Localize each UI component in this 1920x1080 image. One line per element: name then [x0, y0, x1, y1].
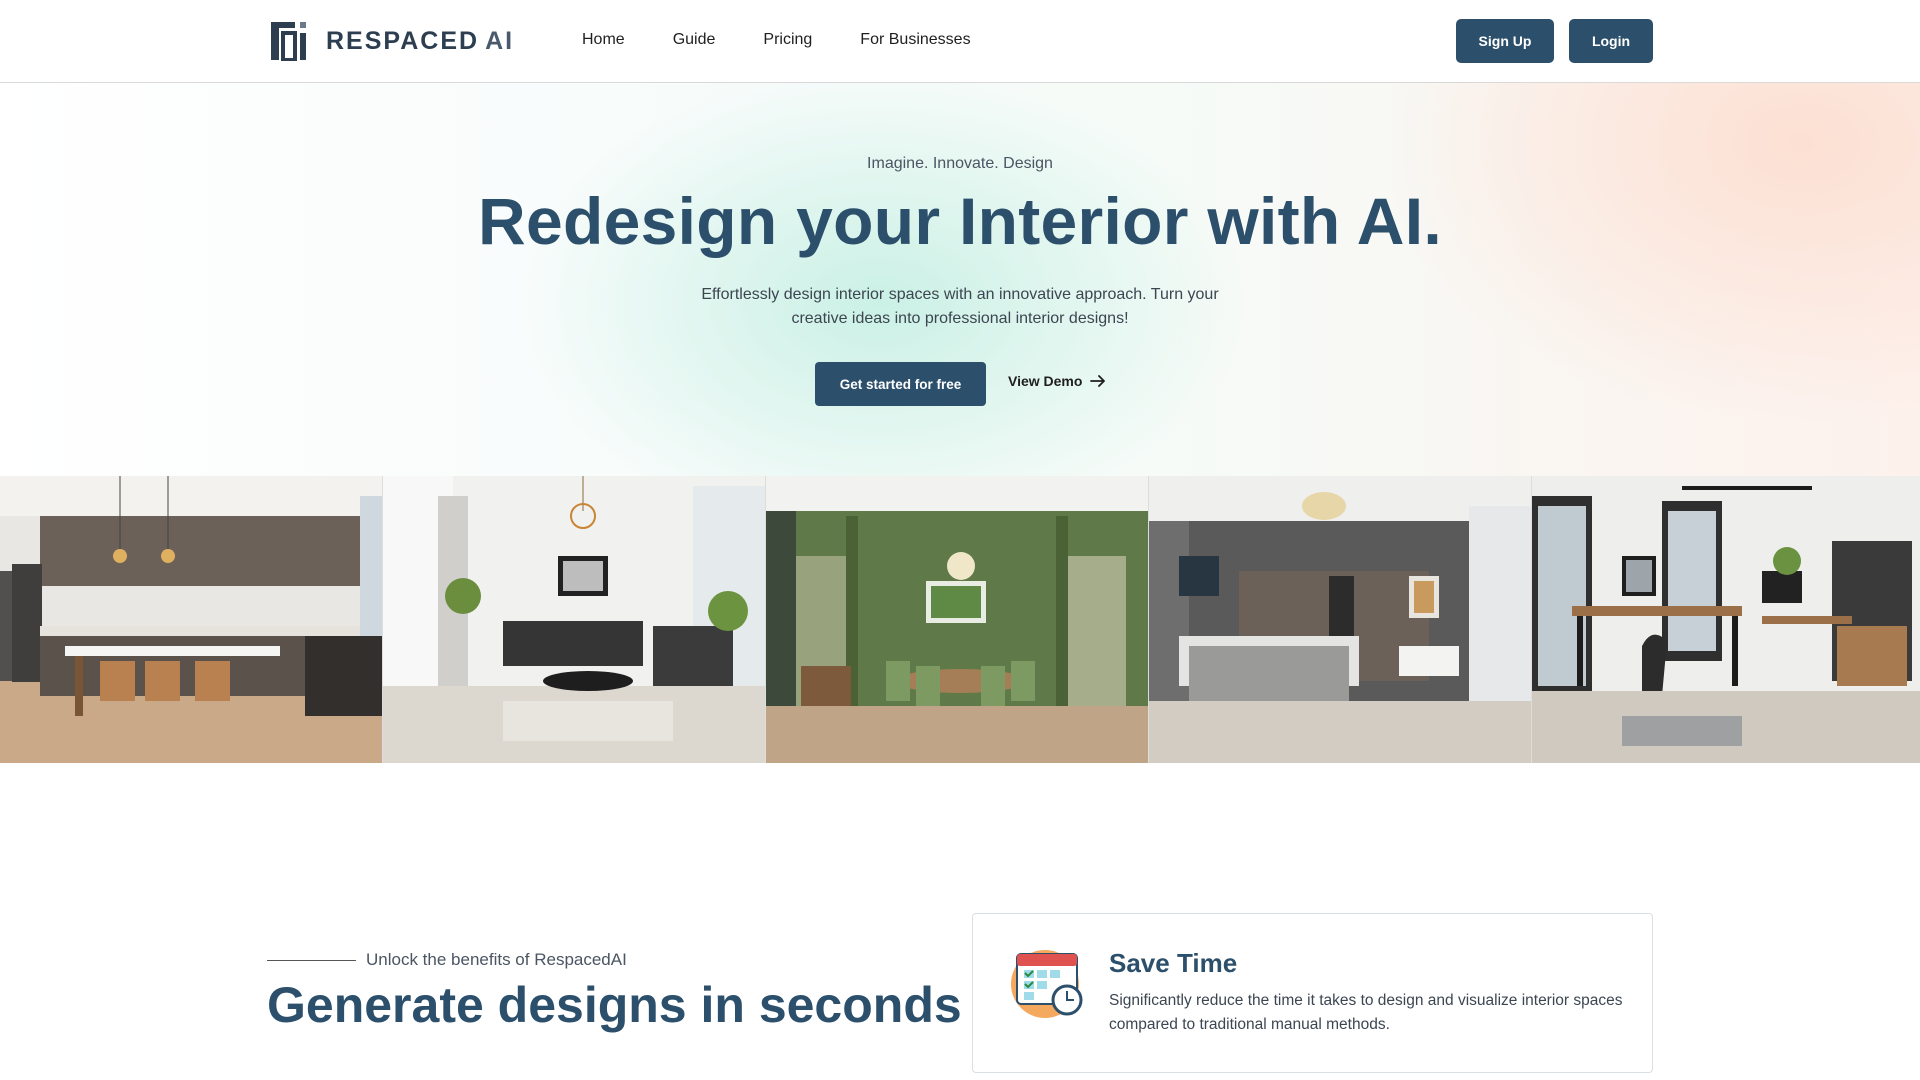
calendar-clock-icon	[1011, 950, 1083, 1018]
benefits-eyebrow: Unlock the benefits of RespacedAI	[267, 950, 627, 970]
nav-pricing[interactable]: Pricing	[763, 31, 812, 49]
view-demo-link[interactable]: View Demo	[1008, 373, 1106, 389]
hero-subtitle: Effortlessly design interior spaces with…	[701, 286, 1219, 327]
eyebrow-divider	[267, 959, 356, 961]
home-office-image	[1532, 476, 1920, 763]
arrow-right-icon	[1090, 375, 1106, 387]
get-started-button[interactable]: Get started for free	[815, 362, 986, 406]
living-room-image	[383, 476, 766, 763]
brand-logo[interactable]: RESPACED AI	[270, 21, 514, 61]
benefit-card-save-time: Save Time Significantly reduce the time …	[972, 913, 1653, 1073]
nav-home[interactable]: Home	[582, 31, 625, 49]
benefits-title: Generate designs in seconds	[267, 977, 962, 1033]
hero-title: Redesign your Interior with AI.	[478, 184, 1442, 258]
nav-guide[interactable]: Guide	[673, 31, 716, 49]
login-button[interactable]: Login	[1569, 19, 1653, 63]
benefits-eyebrow-text: Unlock the benefits of RespacedAI	[366, 950, 627, 969]
card-text: Significantly reduce the time it takes t…	[1109, 992, 1623, 1033]
brand-name: RESPACED AI	[326, 26, 515, 55]
dining-room-image	[766, 476, 1149, 763]
nav-for-businesses[interactable]: For Businesses	[860, 31, 970, 49]
main-nav: Home Guide Pricing For Businesses	[582, 31, 1019, 49]
room-gallery	[0, 476, 1920, 763]
bedroom-image	[1149, 476, 1532, 763]
hero-section: Imagine. Innovate. Design Redesign your …	[0, 83, 1920, 476]
logo-mark-icon	[271, 22, 306, 61]
kitchen-image	[0, 476, 383, 763]
view-demo-label: View Demo	[1008, 373, 1083, 389]
hero-tagline: Imagine. Innovate. Design	[867, 155, 1053, 172]
card-title: Save Time	[1109, 948, 1238, 978]
signup-button[interactable]: Sign Up	[1456, 19, 1554, 63]
navbar: RESPACED AI Home Guide Pricing For Busine…	[0, 0, 1920, 83]
